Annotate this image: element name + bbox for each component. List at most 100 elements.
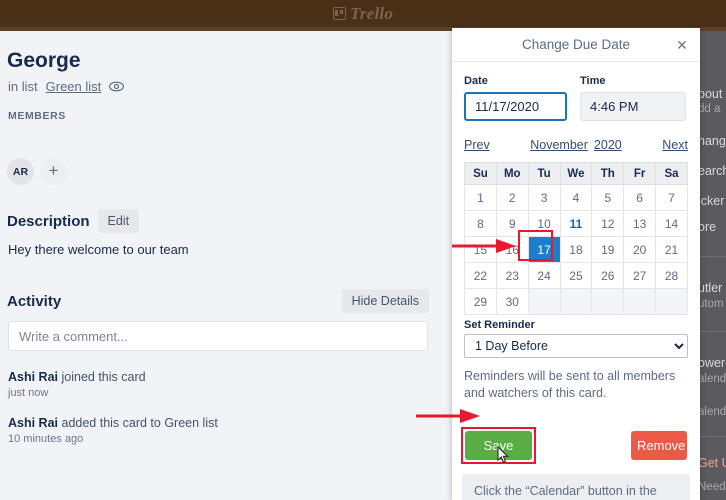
calendar-day-cell[interactable]: 17 bbox=[527, 236, 561, 263]
board-menu-item[interactable]: icker bbox=[698, 194, 724, 208]
description-edit-button[interactable]: Edit bbox=[97, 209, 140, 233]
calendar-day-cell[interactable]: 22 bbox=[464, 262, 497, 289]
trello-brand-label: Trello bbox=[349, 3, 394, 23]
time-label: Time bbox=[580, 75, 606, 87]
board-menu-item[interactable]: ore bbox=[698, 220, 716, 234]
board-menu-item[interactable]: ower- bbox=[698, 356, 726, 370]
activity-author: Ashi Rai bbox=[8, 370, 59, 384]
calendar-grid: Su Mo Tu We Th Fr Sa 1 2 3 4 5 6 7 8 9 10 11 12 13 14… bbox=[464, 162, 688, 315]
calendar-day-cell[interactable]: 27 bbox=[623, 262, 657, 289]
avatar[interactable]: AR bbox=[7, 158, 34, 185]
activity-item: Ashi Rai joined this card just now bbox=[8, 370, 146, 399]
board-menu-item[interactable]: alend bbox=[698, 373, 726, 385]
add-member-button[interactable]: + bbox=[40, 158, 67, 185]
calendar-day-cell[interactable]: 23 bbox=[495, 262, 529, 289]
calendar-weekday-row: Su Mo Tu We Th Fr Sa bbox=[464, 162, 688, 185]
calendar-weekday: Mo bbox=[495, 162, 529, 185]
calendar-day-cell[interactable]: 10 bbox=[527, 210, 561, 237]
board-menu-item[interactable]: utler bbox=[698, 281, 722, 295]
board-menu-item[interactable]: bout bbox=[698, 87, 722, 101]
eye-icon[interactable] bbox=[109, 81, 125, 92]
calendar-day-cell[interactable]: 29 bbox=[464, 288, 497, 315]
calendar-body: 1 2 3 4 5 6 7 8 9 10 11 12 13 14 15 16 17 18 19 20 21 22 23 24 2… bbox=[464, 184, 688, 315]
calendar-day-cell[interactable]: 18 bbox=[559, 236, 593, 263]
calendar-day-cell[interactable]: 26 bbox=[591, 262, 625, 289]
date-time-field-row: Date Time bbox=[464, 75, 686, 121]
date-field-group: Date bbox=[464, 75, 567, 121]
description-label: Description bbox=[7, 212, 90, 230]
calendar-day-cell[interactable]: 2 bbox=[495, 184, 529, 211]
popup-title: Change Due Date bbox=[521, 37, 631, 52]
list-name-link[interactable]: Green list bbox=[46, 79, 102, 94]
calendar-next-button[interactable]: Next bbox=[662, 138, 688, 152]
calendar-day-cell[interactable]: 20 bbox=[623, 236, 657, 263]
calendar-day-cell[interactable]: 28 bbox=[655, 262, 688, 289]
calendar-day-cell[interactable]: 4 bbox=[559, 184, 593, 211]
calendar-month-label[interactable]: November bbox=[530, 138, 588, 152]
board-menu-item[interactable]: alend bbox=[698, 406, 726, 418]
date-input[interactable] bbox=[464, 92, 567, 121]
activity-timestamp: just now bbox=[8, 387, 49, 399]
calendar-day-cell[interactable]: 21 bbox=[655, 236, 688, 263]
board-menu-item[interactable]: hang bbox=[698, 134, 726, 148]
time-input[interactable] bbox=[580, 92, 686, 121]
calendar-tip-box: Click the “Calendar” button in the board… bbox=[462, 474, 690, 500]
calendar-day-empty bbox=[527, 288, 561, 315]
hide-details-button[interactable]: Hide Details bbox=[341, 289, 429, 313]
calendar-day-cell[interactable]: 9 bbox=[495, 210, 529, 237]
board-menu-item[interactable]: dd a bbox=[698, 103, 720, 115]
calendar-day-cell[interactable]: 15 bbox=[464, 236, 497, 263]
save-button[interactable]: Save bbox=[465, 431, 532, 460]
reminder-note: Reminders will be sent to all members an… bbox=[464, 369, 676, 400]
calendar-day-empty bbox=[559, 288, 593, 315]
activity-action: added this card to Green list bbox=[58, 416, 218, 430]
calendar-weekday: Sa bbox=[655, 162, 688, 185]
calendar-weekday: Tu bbox=[527, 162, 561, 185]
board-menu-item[interactable]: earch bbox=[698, 164, 726, 178]
card-subline: in list Green list bbox=[8, 79, 125, 94]
calendar-month-nav: Prev November 2020 Next bbox=[464, 138, 688, 152]
calendar-day-cell[interactable]: 8 bbox=[464, 210, 497, 237]
calendar-day-cell[interactable]: 25 bbox=[559, 262, 593, 289]
calendar-week-row: 22 23 24 25 26 27 28 bbox=[464, 262, 688, 289]
calendar-day-cell[interactable]: 14 bbox=[655, 210, 688, 237]
activity-line: Ashi Rai added this card to Green list bbox=[8, 416, 218, 430]
remove-button[interactable]: Remove bbox=[631, 431, 687, 460]
calendar-day-cell[interactable]: 3 bbox=[527, 184, 561, 211]
board-menu-item[interactable]: utom bbox=[698, 298, 724, 310]
board-menu-item[interactable]: Need bbox=[698, 481, 726, 493]
board-menu-item[interactable]: Get U bbox=[698, 456, 726, 470]
activity-line: Ashi Rai joined this card bbox=[8, 370, 146, 384]
time-field-group: Time bbox=[580, 75, 686, 121]
activity-author: Ashi Rai bbox=[8, 416, 59, 430]
reminder-select[interactable]: 1 Day Before bbox=[464, 334, 688, 358]
calendar-weekday: Su bbox=[464, 162, 497, 185]
calendar-week-row: 15 16 17 18 19 20 21 bbox=[464, 236, 688, 263]
calendar-day-cell[interactable]: 7 bbox=[655, 184, 688, 211]
calendar-day-empty bbox=[655, 288, 688, 315]
calendar-day-cell[interactable]: 1 bbox=[464, 184, 497, 211]
calendar-day-cell[interactable]: 24 bbox=[527, 262, 561, 289]
calendar-day-cell[interactable]: 19 bbox=[591, 236, 625, 263]
calendar-day-cell[interactable]: 6 bbox=[623, 184, 657, 211]
calendar-day-cell[interactable]: 16 bbox=[495, 236, 529, 263]
members-section-label: MEMBERS bbox=[8, 110, 66, 122]
trello-logo[interactable]: Trello bbox=[0, 0, 726, 27]
description-text: Hey there welcome to our team bbox=[8, 242, 189, 257]
calendar-day-cell[interactable]: 12 bbox=[591, 210, 625, 237]
calendar-year-label[interactable]: 2020 bbox=[594, 138, 622, 152]
calendar-day-cell[interactable]: 13 bbox=[623, 210, 657, 237]
close-icon[interactable]: ✕ bbox=[674, 37, 690, 53]
calendar-tip-text: Click the “Calendar” button in the board… bbox=[474, 484, 657, 498]
calendar-month-year: November 2020 bbox=[530, 138, 621, 152]
description-header: Description Edit bbox=[7, 209, 140, 233]
calendar-prev-button[interactable]: Prev bbox=[464, 138, 490, 152]
comment-input[interactable] bbox=[8, 321, 428, 351]
card-title: George bbox=[7, 49, 81, 72]
reminder-label: Set Reminder bbox=[464, 319, 535, 331]
calendar-day-empty bbox=[591, 288, 625, 315]
calendar-day-cell[interactable]: 11 bbox=[559, 210, 593, 237]
calendar-day-cell[interactable]: 5 bbox=[591, 184, 625, 211]
calendar-weekday: Th bbox=[591, 162, 625, 185]
calendar-day-cell[interactable]: 30 bbox=[495, 288, 529, 315]
